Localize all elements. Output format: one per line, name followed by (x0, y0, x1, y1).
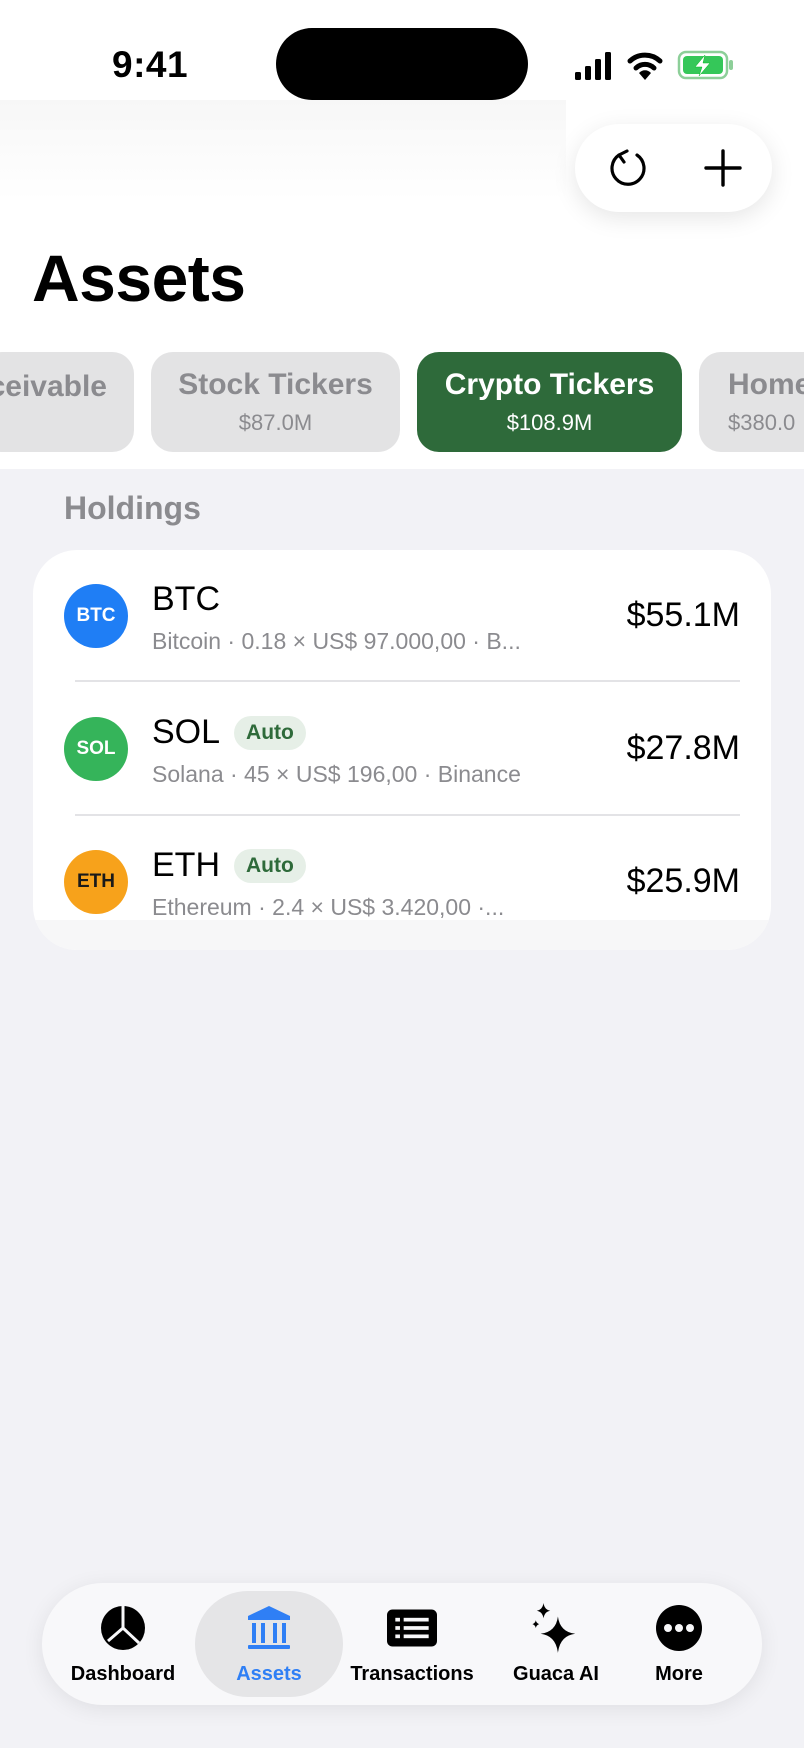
holdings-card: BTC BTC Bitcoin · 0.18 × US$ 97.000,00 ·… (33, 550, 771, 950)
holding-symbol: BTC (152, 580, 220, 618)
bank-icon (244, 1603, 294, 1653)
chip-value: $108.9M (506, 410, 593, 435)
plus-icon (704, 149, 742, 187)
btc-avatar-icon: BTC (64, 584, 128, 648)
battery-icon (677, 50, 733, 80)
card-bottom-fade (33, 920, 771, 950)
chip-receivable[interactable]: ceivable (0, 352, 134, 452)
sparkles-icon (531, 1603, 581, 1653)
status-icons (575, 50, 733, 80)
holdings-section-label: Holdings (64, 490, 201, 526)
refresh-button[interactable] (579, 124, 677, 212)
holding-name-line: BTC (152, 580, 220, 619)
refresh-icon (610, 149, 646, 186)
dynamic-island (276, 28, 528, 100)
tab-label: Assets (236, 1663, 302, 1685)
page-title: Assets (32, 241, 246, 315)
holding-name-line: ETH Auto (152, 846, 306, 885)
tab-guaca-ai[interactable]: Guaca AI (511, 1583, 601, 1705)
holding-symbol: ETH (152, 846, 220, 884)
tab-assets[interactable]: Assets (224, 1583, 314, 1705)
chip-label: Crypto Tickers (444, 368, 655, 401)
chip-label: Stock Tickers (178, 368, 373, 401)
tab-label: Guaca AI (513, 1663, 599, 1685)
holding-row-btc[interactable]: BTC BTC Bitcoin · 0.18 × US$ 97.000,00 ·… (33, 550, 771, 683)
tab-transactions[interactable]: Transactions (350, 1583, 474, 1705)
pie-chart-icon (98, 1603, 148, 1653)
tab-label: Dashboard (70, 1663, 176, 1685)
tab-bar: Dashboard Assets Transactions Guaca AI M… (42, 1583, 762, 1705)
chip-value: $380.0 (728, 410, 796, 435)
list-icon (387, 1603, 437, 1653)
sol-avatar-icon: SOL (64, 717, 128, 781)
header-area: 9:41 Assets ceivable Stock Tickers $87.0… (0, 0, 804, 469)
tab-label: More (655, 1663, 703, 1685)
tab-dashboard[interactable]: Dashboard (71, 1583, 175, 1705)
chip-stock-tickers[interactable]: Stock Tickers $87.0M (151, 352, 400, 452)
holding-detail: Bitcoin · 0.18 × US$ 97.000,00 · B... (152, 628, 521, 654)
holding-amount: $27.8M (626, 729, 740, 767)
tab-label: Transactions (350, 1663, 474, 1685)
tab-more[interactable]: More (634, 1583, 724, 1705)
ellipsis-icon (654, 1603, 704, 1653)
holding-name-line: SOL Auto (152, 713, 306, 752)
header-actions (575, 124, 772, 212)
auto-badge: Auto (234, 848, 306, 883)
wifi-icon (627, 52, 663, 80)
chip-label: ceivable (0, 370, 107, 403)
eth-avatar-icon: ETH (64, 850, 128, 914)
header-fade (0, 100, 566, 200)
chip-home[interactable]: Home $380.0 (699, 352, 804, 452)
holding-detail: Solana · 45 × US$ 196,00 · Binance (152, 761, 521, 787)
chip-label: Home (728, 368, 804, 401)
holding-symbol: SOL (152, 713, 221, 751)
chip-crypto-tickers[interactable]: Crypto Tickers $108.9M (417, 352, 682, 452)
holding-amount: $55.1M (626, 596, 740, 634)
auto-badge: Auto (234, 715, 306, 750)
status-time: 9:41 (112, 44, 189, 85)
chip-value: $87.0M (238, 410, 313, 435)
holding-amount: $25.9M (626, 862, 740, 900)
holding-row-sol[interactable]: SOL SOL Auto Solana · 45 × US$ 196,00 · … (33, 683, 771, 816)
add-asset-button[interactable] (674, 124, 772, 212)
category-chips: ceivable Stock Tickers $87.0M Crypto Tic… (0, 352, 804, 454)
row-divider (75, 680, 740, 682)
holding-detail: Ethereum · 2.4 × US$ 3.420,00 ·... (152, 894, 505, 920)
signal-icon (575, 52, 611, 80)
